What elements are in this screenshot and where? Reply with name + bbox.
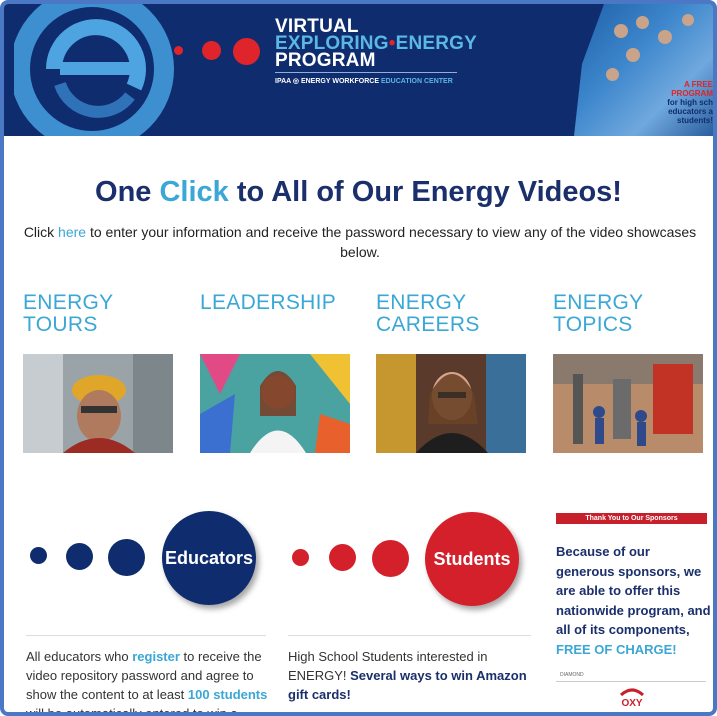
educators-dot-small <box>30 547 47 564</box>
educators-divider <box>26 635 266 636</box>
sponsor-divider <box>556 681 706 682</box>
energy-tours-thumbnail[interactable] <box>23 354 173 453</box>
category-title[interactable]: LEADERSHIP <box>200 292 355 338</box>
register-link[interactable]: register <box>132 649 180 664</box>
leadership-thumbnail[interactable] <box>200 354 350 453</box>
category-title[interactable]: ENERGY TOPICS <box>553 292 708 338</box>
educators-dot-large <box>108 539 145 576</box>
title-divider <box>275 72 457 73</box>
diamond-tier-label: DIAMOND <box>560 672 584 678</box>
educators-text: All educators who register to receive th… <box>26 649 268 716</box>
students-divider <box>288 635 531 636</box>
intro-text: Click here to enter your information and… <box>23 224 697 260</box>
students-text: High School Students interested in ENERG… <box>288 649 527 702</box>
free-program-callout: A FREE PROGRAM for high sch educators a … <box>667 80 713 125</box>
header-banner[interactable]: VIRTUAL EXPLORING•ENERGY PROGRAM IPAA ◎ … <box>4 4 713 136</box>
students-dot-large <box>372 540 409 577</box>
svg-text:OXY: OXY <box>621 698 642 709</box>
page-frame: VIRTUAL EXPLORING•ENERGY PROGRAM IPAA ◎ … <box>0 0 717 716</box>
category-energy-tours[interactable]: ENERGY TOURS <box>23 292 178 453</box>
students-button[interactable]: Students <box>425 512 519 606</box>
category-energy-careers[interactable]: ENERGY CAREERS <box>376 292 531 453</box>
program-subtitle: IPAA ◎ ENERGY WORKFORCE EDUCATION CENTER <box>275 78 453 85</box>
sponsors-text: Because of our generous sponsors, we are… <box>556 544 711 657</box>
energy-e-logo <box>14 4 174 136</box>
here-link[interactable]: here <box>58 224 86 240</box>
energy-topics-thumbnail[interactable] <box>553 354 703 453</box>
sponsors-header: Thank You to Our Sponsors <box>556 513 707 524</box>
category-title[interactable]: ENERGY TOURS <box>23 292 178 338</box>
students-group-photo: A FREE PROGRAM for high sch educators a … <box>574 4 713 136</box>
energy-careers-thumbnail[interactable] <box>376 354 526 453</box>
educators-button[interactable]: Educators <box>162 511 256 605</box>
oxy-logo[interactable]: OXY <box>617 687 647 711</box>
students-dot-medium <box>329 544 356 571</box>
program-title: VIRTUAL EXPLORING•ENERGY PROGRAM <box>275 16 478 71</box>
students-dot-small <box>292 549 309 566</box>
category-leadership[interactable]: LEADERSHIP <box>200 292 355 453</box>
category-energy-topics[interactable]: ENERGY TOPICS <box>553 292 708 453</box>
educators-dot-medium <box>66 543 93 570</box>
category-title[interactable]: ENERGY CAREERS <box>376 292 531 338</box>
page-headline: One Click to All of Our Energy Videos! <box>95 176 622 208</box>
